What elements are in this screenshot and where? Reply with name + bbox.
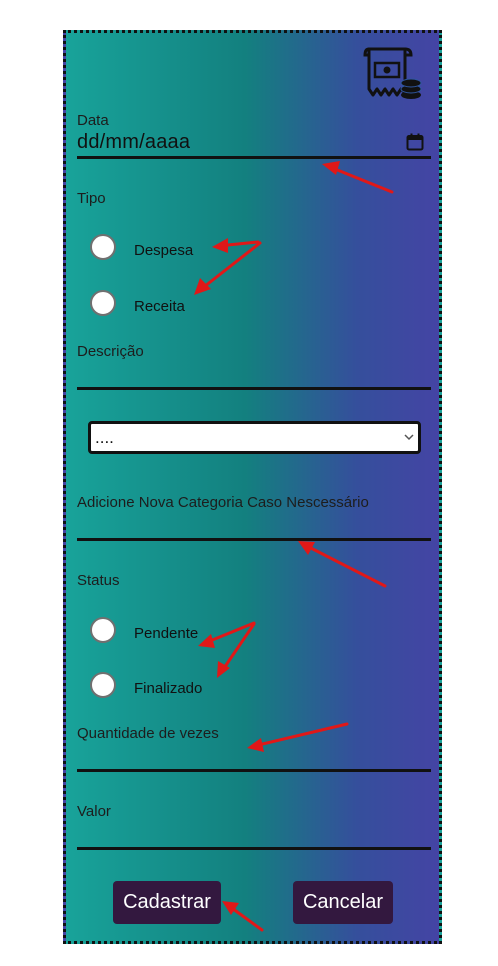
- radio-label-despesa: Despesa: [134, 241, 194, 259]
- calendar-icon[interactable]: [406, 133, 424, 151]
- value-label: Valor: [77, 803, 111, 820]
- quantity-input[interactable]: [77, 769, 431, 772]
- submit-button[interactable]: Cadastrar: [113, 881, 221, 924]
- radio-pendente[interactable]: Pendente: [90, 615, 198, 645]
- date-input[interactable]: dd/mm/aaaa: [77, 131, 190, 154]
- radio-button[interactable]: [90, 290, 116, 316]
- radio-button[interactable]: [90, 672, 116, 698]
- date-label: Data: [77, 112, 109, 129]
- radio-finalizado[interactable]: Finalizado: [90, 670, 202, 700]
- quantity-label: Quantidade de vezes: [77, 725, 219, 742]
- category-select[interactable]: ....: [88, 421, 421, 454]
- radio-receita[interactable]: Receita: [90, 288, 185, 318]
- date-underline: [77, 156, 431, 159]
- cancel-button[interactable]: Cancelar: [293, 881, 393, 924]
- radio-label-receita: Receita: [134, 297, 185, 315]
- new-category-input[interactable]: [77, 538, 431, 541]
- description-label: Descrição: [77, 343, 144, 360]
- radio-label-finalizado: Finalizado: [134, 679, 203, 697]
- new-category-label: Adicione Nova Categoria Caso Nescessário: [77, 494, 369, 511]
- description-input[interactable]: [77, 387, 431, 390]
- radio-button[interactable]: [90, 617, 116, 643]
- receipt-coins-logo-icon: [363, 47, 422, 99]
- radio-button[interactable]: [90, 234, 116, 260]
- type-label: Tipo: [77, 190, 106, 207]
- category-select-value: ....: [95, 427, 114, 447]
- form-card: Data dd/mm/aaaa Tipo Despesa Receita Des…: [63, 30, 442, 944]
- radio-label-pendente: Pendente: [134, 624, 199, 642]
- chevron-down-icon: [404, 434, 414, 441]
- value-input[interactable]: [77, 847, 431, 850]
- radio-despesa[interactable]: Despesa: [90, 232, 193, 262]
- status-label: Status: [77, 572, 120, 589]
